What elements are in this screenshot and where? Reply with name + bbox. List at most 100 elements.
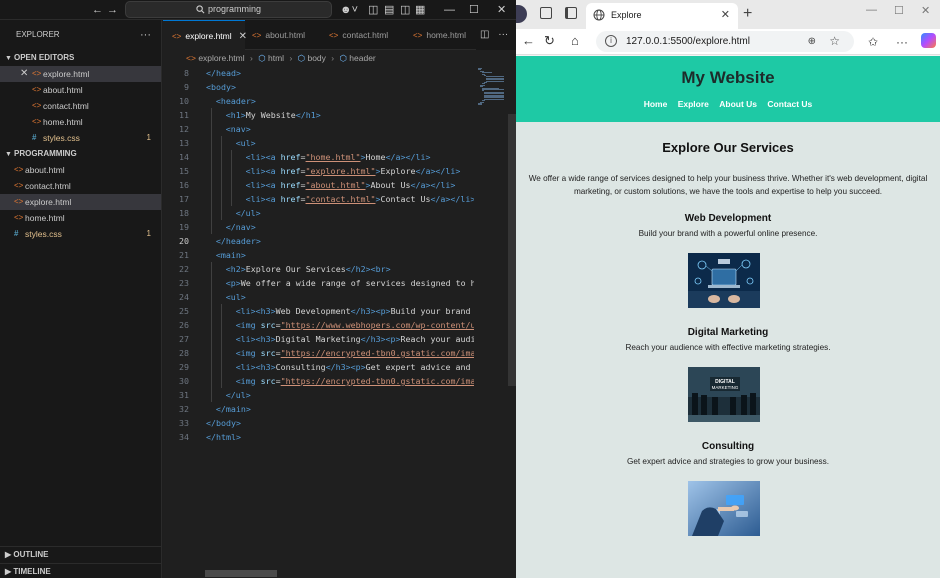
close-editor-icon[interactable]: ✕ <box>20 66 28 82</box>
copilot-icon[interactable] <box>921 33 936 48</box>
vertical-scrollbar[interactable] <box>508 114 516 386</box>
maximize-icon[interactable]: ☐ <box>469 3 479 17</box>
code-line[interactable]: 13 <ul> <box>163 136 474 150</box>
refresh-icon[interactable]: ↻ <box>544 33 555 49</box>
home-icon[interactable]: ⌂ <box>571 33 579 49</box>
code-line[interactable]: 15 <li><a href="explore.html">Explore</a>… <box>163 164 474 178</box>
nav-link-contact[interactable]: Contact Us <box>767 99 812 109</box>
file-item-about-html[interactable]: <> about.html <box>0 162 161 178</box>
code-line[interactable]: 29 <li><h3>Consulting</h3><p>Get expert a… <box>163 360 474 374</box>
timeline-section[interactable]: ▶ TIMELINE <box>0 563 161 578</box>
breadcrumb-header[interactable]: header <box>349 53 375 63</box>
site-info-icon[interactable]: i <box>605 35 617 47</box>
code-token: <li><h3> <box>235 334 276 344</box>
browser-tab-title: Explore <box>611 10 642 20</box>
file-item-explore-html[interactable]: ✕ <> explore.html <box>0 66 161 82</box>
code-token: <li><h3> <box>235 306 276 316</box>
code-line[interactable]: 25 <li><h3>Web Development</h3><p>Build y… <box>163 304 474 318</box>
code-editor[interactable]: 8 </head> 9 <body> 10 <header> 11 <h1>My Websit… <box>163 66 516 578</box>
back-arrow-icon[interactable]: ← <box>92 3 103 17</box>
forward-arrow-icon[interactable]: → <box>107 3 118 17</box>
code-line[interactable]: 31 </ul> <box>163 388 474 402</box>
open-editors-section[interactable]: ▼ OPEN EDITORS <box>0 50 161 66</box>
horizontal-scrollbar[interactable] <box>205 570 277 577</box>
close-window-icon[interactable]: ✕ <box>921 4 930 17</box>
browser-tab-strip: Explore ✕ + — ☐ ✕ <box>516 0 940 29</box>
address-bar[interactable]: i 127.0.0.1:5500/explore.html ⊕ ☆ <box>596 31 854 52</box>
nav-link-home[interactable]: Home <box>644 99 668 109</box>
more-actions-icon[interactable]: ··· <box>896 34 908 50</box>
code-line[interactable]: 17 <li><a href="contact.html">Contact Us<… <box>163 192 474 206</box>
code-line[interactable]: 8 </head> <box>163 66 474 80</box>
code-token: "explore.html" <box>305 166 376 176</box>
code-line[interactable]: 23 <p>We offer a wide range of services d… <box>163 276 474 290</box>
vertical-tabs-icon[interactable] <box>565 7 577 19</box>
code-line[interactable]: 26 <img src="https://www.webhopers.com/wp… <box>163 318 474 332</box>
code-line[interactable]: 16 <li><a href="about.html">About Us</a><… <box>163 178 474 192</box>
browser-tab-explore[interactable]: Explore ✕ <box>586 3 738 29</box>
close-tab-icon[interactable]: ✕ <box>721 3 730 27</box>
code-line[interactable]: 34 </html> <box>163 430 474 444</box>
file-name: home.html <box>43 117 83 127</box>
code-token: </a></li> <box>410 180 456 190</box>
code-line[interactable]: 30 <img src="https://encrypted-tbn0.gstat… <box>163 374 474 388</box>
minimap[interactable] <box>478 66 508 106</box>
breadcrumb-html[interactable]: html <box>268 53 284 63</box>
zoom-icon[interactable]: ⊕ <box>808 31 816 52</box>
file-item-home-html[interactable]: <> home.html <box>0 114 161 130</box>
code-line[interactable]: 21 <main> <box>163 248 474 262</box>
code-line[interactable]: 10 <header> <box>163 94 474 108</box>
code-line[interactable]: 12 <nav> <box>163 122 474 136</box>
code-line[interactable]: 19 </nav> <box>163 220 474 234</box>
code-line[interactable]: 9 <body> <box>163 80 474 94</box>
file-item-about-html[interactable]: <> about.html <box>0 82 161 98</box>
file-item-styles-css[interactable]: # styles.css 1 <box>0 226 161 242</box>
copilot-icon[interactable]: ☻˅ <box>340 3 358 17</box>
code-line[interactable]: 18 </ul> <box>163 206 474 220</box>
nav-link-about[interactable]: About Us <box>719 99 757 109</box>
close-window-icon[interactable]: ✕ <box>497 3 506 17</box>
breadcrumb-file[interactable]: explore.html <box>198 53 244 63</box>
split-editor-icon[interactable]: ◫ <box>480 29 489 40</box>
code-line[interactable]: 32 </main> <box>163 402 474 416</box>
back-arrow-icon[interactable]: ← <box>522 33 535 49</box>
favorites-icon[interactable]: ✩ <box>868 34 878 50</box>
maximize-icon[interactable]: ☐ <box>894 4 904 17</box>
file-item-explore-html[interactable]: <> explore.html <box>0 194 161 210</box>
file-item-contact-html[interactable]: <> contact.html <box>0 98 161 114</box>
command-center[interactable]: programming <box>125 1 332 18</box>
nav-link-explore[interactable]: Explore <box>678 99 709 109</box>
file-item-contact-html[interactable]: <> contact.html <box>0 178 161 194</box>
tab-contact-html[interactable]: <> contact.html <box>329 20 388 50</box>
tab-home-html[interactable]: <> home.html <box>413 20 466 50</box>
profile-avatar[interactable] <box>516 5 527 23</box>
favorite-star-icon[interactable]: ☆ <box>829 31 840 52</box>
indent-guide <box>230 178 232 192</box>
toggle-sidebar-icon[interactable]: ◫ <box>368 3 378 17</box>
minimize-icon[interactable]: — <box>444 3 455 17</box>
code-line[interactable]: 22 <h2>Explore Our Services</h2><br> <box>163 262 474 276</box>
outline-section[interactable]: ▶ OUTLINE <box>0 546 161 562</box>
workspaces-icon[interactable] <box>540 7 552 19</box>
tab-about-html[interactable]: <> about.html <box>252 20 305 50</box>
more-actions-icon[interactable]: ··· <box>140 20 151 50</box>
toggle-panel-icon[interactable]: ▤ <box>384 3 394 17</box>
new-tab-icon[interactable]: + <box>743 3 752 25</box>
customize-layout-icon[interactable]: ▦ <box>415 3 425 17</box>
breadcrumb-body[interactable]: body <box>307 53 325 63</box>
file-item-home-html[interactable]: <> home.html <box>0 210 161 226</box>
programming-section[interactable]: ▼ PROGRAMMING <box>0 146 161 162</box>
code-line[interactable]: 20 </header> <box>163 234 474 248</box>
file-item-styles-css[interactable]: # styles.css 1 <box>0 130 161 146</box>
code-line[interactable]: 24 <ul> <box>163 290 474 304</box>
toggle-secondary-sidebar-icon[interactable]: ◫ <box>400 3 410 17</box>
code-line[interactable]: 28 <img src="https://encrypted-tbn0.gstat… <box>163 346 474 360</box>
code-line[interactable]: 14 <li><a href="home.html">Home</a></li> <box>163 150 474 164</box>
close-tab-icon[interactable]: ✕ <box>239 31 247 42</box>
tab-explore-html[interactable]: <> explore.html ✕ <box>163 20 247 50</box>
code-line[interactable]: 27 <li><h3>Digital Marketing</h3><p>Reach… <box>163 332 474 346</box>
more-actions-icon[interactable]: ··· <box>498 29 508 40</box>
code-line[interactable]: 11 <h1>My Website</h1> <box>163 108 474 122</box>
minimize-icon[interactable]: — <box>866 4 877 16</box>
code-line[interactable]: 33 </body> <box>163 416 474 430</box>
